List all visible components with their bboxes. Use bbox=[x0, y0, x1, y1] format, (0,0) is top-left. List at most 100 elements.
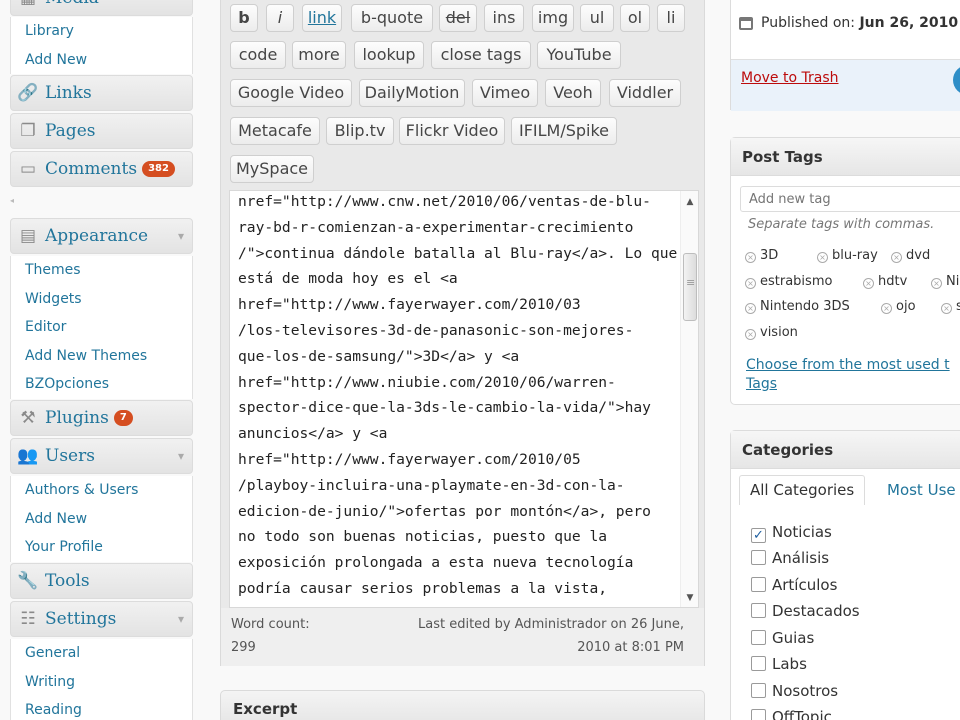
category-checkbox[interactable] bbox=[751, 603, 766, 618]
submenu-reading[interactable]: Reading bbox=[11, 696, 192, 720]
post-content-textarea[interactable]: nref="http://www.cnw.net/2010/06/ventas-… bbox=[229, 190, 699, 608]
post-content-text[interactable]: nref="http://www.cnw.net/2010/06/ventas-… bbox=[238, 191, 678, 607]
excerpt-panel[interactable]: Excerpt bbox=[220, 690, 705, 720]
qt-vimeo-button[interactable]: Vimeo bbox=[472, 79, 538, 107]
menu-links[interactable]: 🔗 Links bbox=[10, 75, 193, 111]
choose-tags-line-1[interactable]: Choose from the most used t bbox=[746, 356, 950, 375]
submenu-bzopciones[interactable]: BZOpciones bbox=[11, 370, 192, 399]
category-item[interactable]: ✓ Noticias bbox=[751, 523, 832, 543]
category-checkbox[interactable] bbox=[751, 577, 766, 592]
qt-lookup-button[interactable]: lookup bbox=[354, 41, 424, 69]
tools-icon: 🔧 bbox=[17, 571, 39, 591]
qt-metacafe-button[interactable]: Metacafe bbox=[230, 117, 320, 145]
qt-viddler-button[interactable]: Viddler bbox=[609, 79, 681, 107]
qt-veoh-button[interactable]: Veoh bbox=[545, 79, 601, 107]
qt-bold-button[interactable]: b bbox=[230, 4, 258, 32]
remove-tag-icon[interactable]: × bbox=[941, 303, 952, 314]
submenu-authors-users[interactable]: Authors & Users bbox=[11, 476, 192, 505]
choose-tags-line-2[interactable]: Tags bbox=[746, 375, 950, 394]
qt-ol-button[interactable]: ol bbox=[620, 4, 650, 32]
remove-tag-icon[interactable]: × bbox=[745, 303, 756, 314]
submenu-add-new-themes[interactable]: Add New Themes bbox=[11, 342, 192, 371]
qt-img-button[interactable]: img bbox=[532, 4, 574, 32]
categories-title[interactable]: Categories bbox=[731, 431, 960, 469]
qt-ul-button[interactable]: ul bbox=[580, 4, 614, 32]
chevron-down-icon[interactable]: ▾ bbox=[178, 229, 184, 243]
submenu-widgets[interactable]: Widgets bbox=[11, 285, 192, 314]
scroll-down-arrow-icon[interactable]: ▼ bbox=[681, 593, 698, 603]
appearance-submenu: Themes Widgets Editor Add New Themes BZO… bbox=[10, 256, 193, 399]
category-checkbox[interactable] bbox=[751, 709, 766, 720]
editor-scrollbar[interactable]: ▲ ▼ bbox=[680, 191, 698, 607]
qt-del-button[interactable]: del bbox=[439, 4, 477, 32]
tab-most-used[interactable]: Most Use bbox=[887, 481, 956, 499]
remove-tag-icon[interactable]: × bbox=[891, 252, 902, 263]
remove-tag-icon[interactable]: × bbox=[817, 252, 828, 263]
category-item[interactable]: Análisis bbox=[751, 549, 829, 567]
remove-tag-icon[interactable]: × bbox=[863, 278, 874, 289]
menu-media[interactable]: ▦ Media bbox=[10, 0, 193, 16]
submenu-media-add-new[interactable]: Add New bbox=[11, 46, 192, 75]
qt-more-button[interactable]: more bbox=[292, 41, 346, 69]
submenu-library[interactable]: Library bbox=[11, 17, 192, 46]
tag-item: × ojo bbox=[881, 299, 916, 314]
category-checkbox[interactable] bbox=[751, 656, 766, 671]
submenu-users-add-new[interactable]: Add New bbox=[11, 505, 192, 534]
qt-flickr-video-button[interactable]: Flickr Video bbox=[399, 117, 505, 145]
qt-ifilm-spike-button[interactable]: IFILM/Spike bbox=[511, 117, 617, 145]
menu-users[interactable]: 👥 Users ▾ bbox=[10, 438, 193, 474]
remove-tag-icon[interactable]: × bbox=[931, 278, 942, 289]
category-checkbox[interactable]: ✓ bbox=[751, 528, 766, 543]
category-item[interactable]: Nosotros bbox=[751, 682, 838, 700]
category-item[interactable]: Guias bbox=[751, 629, 814, 647]
qt-bliptv-button[interactable]: Blip.tv bbox=[326, 117, 394, 145]
submenu-writing[interactable]: Writing bbox=[11, 668, 192, 697]
menu-pages[interactable]: ❐ Pages bbox=[10, 113, 193, 149]
qt-blockquote-button[interactable]: b-quote bbox=[351, 4, 433, 32]
choose-most-used-tags-link[interactable]: Choose from the most used t Tags bbox=[746, 356, 950, 394]
chevron-down-icon[interactable]: ▾ bbox=[178, 612, 184, 626]
update-button[interactable] bbox=[953, 65, 960, 95]
category-item[interactable]: OffTopic bbox=[751, 708, 832, 720]
menu-comments[interactable]: ▭ Comments 382 bbox=[10, 151, 193, 187]
admin-menu: ▦ Media Library Add New 🔗 Links ❐ Pages … bbox=[0, 0, 200, 720]
last-edited-info: Last edited by Administrador on 26 June, bbox=[418, 617, 684, 632]
category-checkbox[interactable] bbox=[751, 683, 766, 698]
category-item[interactable]: Labs bbox=[751, 655, 807, 673]
qt-youtube-button[interactable]: YouTube bbox=[537, 41, 621, 69]
post-editor: b i link b-quote del ins img ul ol li co… bbox=[220, 0, 705, 666]
category-checkbox[interactable] bbox=[751, 550, 766, 565]
qt-ins-button[interactable]: ins bbox=[484, 4, 524, 32]
qt-google-video-button[interactable]: Google Video bbox=[230, 79, 352, 107]
menu-settings[interactable]: ☷ Settings ▾ bbox=[10, 601, 193, 637]
menu-plugins[interactable]: ⚒ Plugins 7 bbox=[10, 400, 193, 436]
scroll-thumb[interactable] bbox=[683, 253, 697, 321]
remove-tag-icon[interactable]: × bbox=[881, 303, 892, 314]
new-tag-input[interactable] bbox=[740, 186, 960, 212]
menu-appearance[interactable]: ▤ Appearance ▾ bbox=[10, 218, 193, 254]
qt-close-tags-button[interactable]: close tags bbox=[431, 41, 531, 69]
scroll-up-arrow-icon[interactable]: ▲ bbox=[681, 197, 698, 207]
remove-tag-icon[interactable]: × bbox=[745, 252, 756, 263]
qt-dailymotion-button[interactable]: DailyMotion bbox=[359, 79, 465, 107]
word-count-label: Word count: bbox=[231, 617, 310, 632]
submenu-general[interactable]: General bbox=[11, 639, 192, 668]
submenu-your-profile[interactable]: Your Profile bbox=[11, 533, 192, 562]
category-item[interactable]: Destacados bbox=[751, 602, 860, 620]
qt-myspace-button[interactable]: MySpace bbox=[230, 155, 314, 183]
move-to-trash-link[interactable]: Move to Trash bbox=[741, 70, 839, 86]
qt-italic-button[interactable]: i bbox=[266, 4, 294, 32]
qt-code-button[interactable]: code bbox=[230, 41, 286, 69]
menu-tools[interactable]: 🔧 Tools bbox=[10, 563, 193, 599]
submenu-themes[interactable]: Themes bbox=[11, 256, 192, 285]
submenu-editor[interactable]: Editor bbox=[11, 313, 192, 342]
qt-link-button[interactable]: link bbox=[302, 4, 342, 32]
chevron-down-icon[interactable]: ▾ bbox=[178, 449, 184, 463]
post-tags-title[interactable]: Post Tags bbox=[731, 138, 960, 176]
category-item[interactable]: Artículos bbox=[751, 576, 837, 594]
remove-tag-icon[interactable]: × bbox=[745, 329, 756, 340]
tab-all-categories[interactable]: All Categories bbox=[739, 475, 866, 505]
qt-li-button[interactable]: li bbox=[657, 4, 685, 32]
remove-tag-icon[interactable]: × bbox=[745, 278, 756, 289]
category-checkbox[interactable] bbox=[751, 630, 766, 645]
